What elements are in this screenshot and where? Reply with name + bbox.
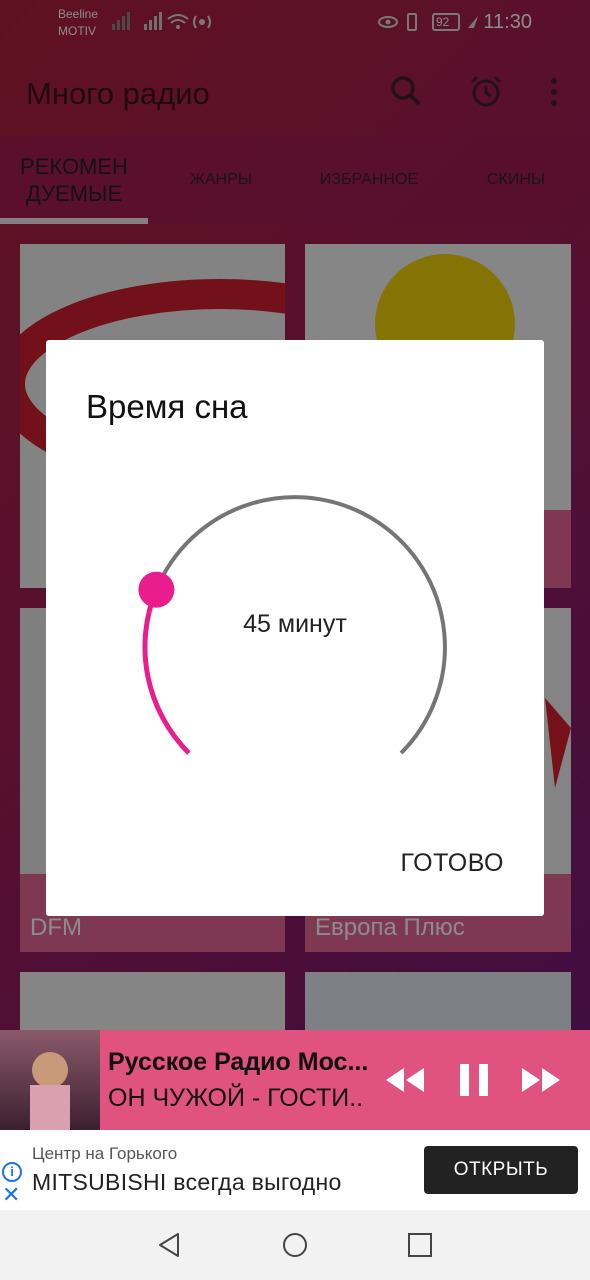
ad-headline: MITSUBISHI всегда выгодно xyxy=(32,1169,342,1195)
sleep-timer-dial[interactable] xyxy=(110,462,480,832)
ad-open-button[interactable]: ОТКРЫТЬ xyxy=(424,1146,578,1194)
pause-icon[interactable] xyxy=(452,1060,496,1100)
album-art xyxy=(0,1030,100,1130)
album-art-image xyxy=(30,1052,70,1130)
recents-icon[interactable] xyxy=(405,1230,435,1260)
ad-info-icon[interactable]: i xyxy=(2,1162,22,1182)
timer-value: 45 минут xyxy=(243,610,347,638)
back-icon[interactable] xyxy=(154,1230,184,1260)
home-icon[interactable] xyxy=(280,1230,310,1260)
dialog-title: Время сна xyxy=(86,388,248,425)
player-track-title: ОН ЧУЖОЙ - ГОСТИ.. xyxy=(108,1084,364,1112)
done-button[interactable]: ГОТОВО xyxy=(401,849,504,878)
ad-advertiser: Центр на Горького xyxy=(32,1144,178,1163)
system-nav-bar xyxy=(0,1210,590,1280)
player-station-title: Русское Радио Мос... xyxy=(108,1048,369,1076)
mini-player[interactable]: Русское Радио Мос... ОН ЧУЖОЙ - ГОСТИ.. xyxy=(0,1030,590,1130)
rewind-icon[interactable] xyxy=(382,1060,426,1100)
ad-close-icon[interactable]: ✕ xyxy=(2,1184,20,1206)
ad-banner[interactable]: i ✕ Центр на Горького MITSUBISHI всегда … xyxy=(0,1130,590,1210)
dial-thumb xyxy=(138,571,175,608)
fast-forward-icon[interactable] xyxy=(520,1060,564,1100)
sleep-timer-dialog: Время сна 45 минут ГОТОВО xyxy=(46,340,544,916)
